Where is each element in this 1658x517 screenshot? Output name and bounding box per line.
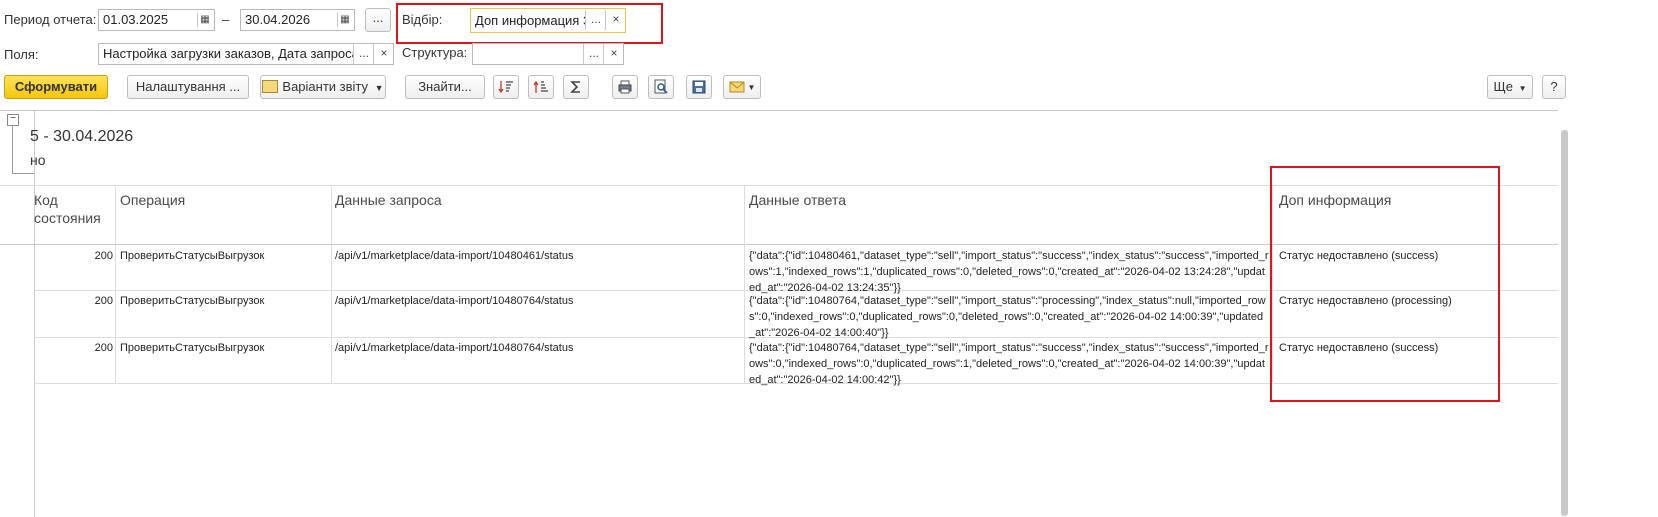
date-from-value: 01.03.2025 xyxy=(103,12,169,27)
date-separator: – xyxy=(222,12,230,27)
generate-button[interactable]: Сформувати xyxy=(4,75,108,99)
sum-button[interactable] xyxy=(563,75,589,99)
cell-response: {"data":{"id":10480461,"dataset_type":"s… xyxy=(749,250,1269,294)
cell-response: {"data":{"id":10480764,"dataset_type":"s… xyxy=(749,342,1269,386)
column-header-request[interactable]: Данные запроса xyxy=(335,191,442,209)
cell-operation: ПроверитьСтатусыВыгрузок xyxy=(120,295,265,307)
period-select-button[interactable]: ... xyxy=(365,8,391,32)
save-button[interactable] xyxy=(686,75,712,99)
clear-icon[interactable]: × xyxy=(373,44,393,64)
cell-request: /api/v1/marketplace/data-import/10480764… xyxy=(335,342,574,354)
chevron-down-icon: ▼ xyxy=(747,82,756,92)
sort-descending-icon xyxy=(498,81,513,94)
date-from-input[interactable]: 01.03.2025 ▦ xyxy=(98,9,215,31)
structure-label: Структура: xyxy=(402,45,468,60)
sort-ascending-button[interactable] xyxy=(528,75,554,99)
cell-response: {"data":{"id":10480764,"dataset_type":"s… xyxy=(749,295,1266,339)
settings-button[interactable]: Налаштування ... xyxy=(127,75,249,99)
fields-more-button[interactable]: ... xyxy=(353,44,374,64)
structure-input[interactable]: ... × xyxy=(472,43,624,65)
sigma-icon xyxy=(570,81,580,93)
preview-button[interactable] xyxy=(648,75,674,99)
print-button[interactable] xyxy=(612,75,638,99)
calendar-icon[interactable]: ▦ xyxy=(337,13,352,27)
fields-label: Поля: xyxy=(4,47,39,62)
cell-request: /api/v1/marketplace/data-import/10480764… xyxy=(335,295,574,307)
cell-code: 200 xyxy=(94,295,113,307)
column-header-operation[interactable]: Операция xyxy=(120,191,185,209)
fields-input[interactable]: Настройка загрузки заказов, Дата запроса… xyxy=(98,43,394,65)
sort-ascending-icon xyxy=(533,80,548,93)
cell-request: /api/v1/marketplace/data-import/10480461… xyxy=(335,250,574,262)
cell-code: 200 xyxy=(94,250,113,262)
scrollbar-thumb[interactable] xyxy=(1561,130,1568,516)
clear-icon[interactable]: × xyxy=(603,44,623,64)
find-button[interactable]: Знайти... xyxy=(405,75,485,99)
sort-descending-button[interactable] xyxy=(493,75,519,99)
more-label: Ще xyxy=(1493,79,1513,94)
report-variants-button[interactable]: Варіанти звіту ▼ xyxy=(260,75,386,99)
report-variants-icon xyxy=(262,80,279,93)
cell-operation: ПроверитьСтатусыВыгрузок xyxy=(120,342,265,354)
scrollbar-track[interactable] xyxy=(1558,110,1658,516)
highlight-selection-box xyxy=(396,3,663,44)
structure-more-button[interactable]: ... xyxy=(583,44,604,64)
report-period-text: 5 - 30.04.2026 xyxy=(30,128,134,145)
more-button[interactable]: Ще ▼ xyxy=(1487,75,1533,99)
collapse-toggle-icon[interactable]: − xyxy=(7,114,19,126)
printer-icon xyxy=(618,80,632,94)
date-to-input[interactable]: 30.04.2026 ▦ xyxy=(240,9,355,31)
column-header-code[interactable]: Код состояния xyxy=(34,191,114,227)
envelope-icon xyxy=(729,81,745,93)
chevron-down-icon: ▼ xyxy=(1518,84,1527,93)
cell-operation: ПроверитьСтатусыВыгрузок xyxy=(120,250,265,262)
preview-icon xyxy=(654,79,668,94)
period-label: Период отчета: xyxy=(4,12,97,27)
highlight-extra-column-box xyxy=(1270,166,1500,402)
column-header-response[interactable]: Данные ответа xyxy=(749,191,846,209)
date-to-value: 30.04.2026 xyxy=(245,12,311,27)
help-button[interactable]: ? xyxy=(1542,75,1566,99)
calendar-icon[interactable]: ▦ xyxy=(197,13,212,27)
send-email-button[interactable]: ▼ xyxy=(723,75,761,99)
cell-code: 200 xyxy=(94,342,113,354)
report-subtitle-text: но xyxy=(30,152,46,168)
report-area: − 5 - 30.04.2026 но Код состояния Операц… xyxy=(0,110,1558,517)
fields-value: Настройка загрузки заказов, Дата запроса… xyxy=(103,46,363,61)
save-icon xyxy=(692,80,706,94)
chevron-down-icon: ▼ xyxy=(374,83,384,93)
report-variants-label: Варіанти звіту xyxy=(282,79,369,94)
